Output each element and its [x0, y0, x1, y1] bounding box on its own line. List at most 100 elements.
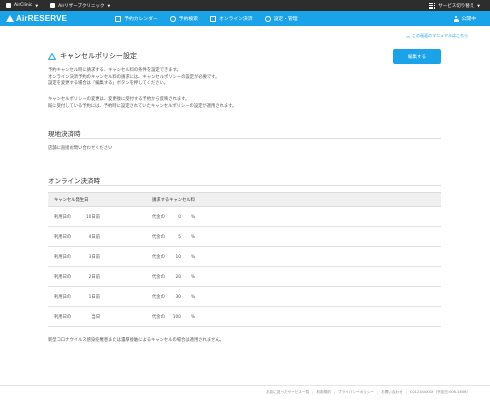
covid-note: 新型コロナウイルス感染症罹患または濃厚接触によるキャンセルの場合は適用されません… [48, 338, 224, 343]
person-icon [453, 15, 459, 22]
day-label: 利用日の [54, 314, 72, 320]
footer-separator: | [376, 390, 379, 395]
footer-separator: | [312, 390, 314, 395]
description-line: キャンセルポリシーの変更は、変更後に受付する予約から反映されます。 [48, 97, 190, 102]
nav-items: 予約カレンダー 予約検索 オンライン決済 設定・管理 [115, 15, 298, 22]
day-label: 利用日の [54, 234, 72, 240]
nav-item-label: 予約検索 [178, 17, 198, 22]
nav-item-settings[interactable]: 設定・管理 [264, 15, 298, 22]
fee-value: 5 [178, 234, 181, 240]
table-row: 利用日の 10日前 代金の 0% [48, 206, 441, 227]
footer-divider [0, 385, 490, 386]
footer-link[interactable]: お店に送ったサービス一覧 [266, 390, 309, 395]
cancel-day-cell: 利用日の 3日前 [48, 246, 152, 267]
fee-label: 代金の [152, 274, 165, 280]
gear-icon [264, 15, 271, 22]
description-block: キャンセルポリシーの変更は、変更後に受付する予約から反映されます。 既に受付して… [48, 97, 428, 110]
footer-id: C012344XXX（予定日:006-1806） [409, 390, 470, 394]
logo-triangle-icon [6, 15, 14, 22]
cancel-day-cell: 利用日の 当日 [48, 306, 152, 327]
brand-logo[interactable]: AirRESERVE [6, 14, 67, 23]
section-divider [48, 138, 441, 139]
footer-separator: | [405, 390, 407, 395]
footer-separator: | [333, 390, 336, 395]
chevron-down-icon: ▼ [35, 3, 39, 8]
account-switcher[interactable]: AirClinic ▼ [6, 3, 38, 8]
manual-link-label: この画面のマニュアルはこちら [412, 33, 468, 38]
fee-label: 代金の [152, 254, 165, 260]
store-icon [50, 3, 56, 8]
manual-link[interactable]: ▭ この画面のマニュアルはこちら [406, 33, 468, 39]
nav-item-label: 予約カレンダー [124, 17, 158, 22]
cancel-fee-cell: 代金の 5% [152, 226, 441, 247]
fee-value: 30 [175, 294, 181, 300]
description-block: 予約キャンセル時に請求する、キャンセル料の条件を設定できます。 オンライン決済予… [48, 68, 428, 88]
publish-status[interactable]: 公開中 [453, 15, 484, 22]
day-label: 利用日の [54, 294, 72, 300]
service-switch-label: サービス切り替え [438, 3, 475, 9]
cancel-day-cell: 利用日の 2日前 [48, 266, 152, 287]
table-row: 利用日の 3日前 代金の 10% [48, 246, 441, 267]
day-label: 利用日の [54, 274, 72, 280]
cancel-day-cell: 利用日の 1日前 [48, 286, 152, 307]
publish-status-label: 公開中 [461, 17, 476, 22]
day-value: 2日前 [88, 274, 100, 280]
fee-unit: % [191, 274, 196, 280]
day-value: 10日前 [85, 214, 100, 220]
nav-item-calendar[interactable]: 予約カレンダー [115, 15, 158, 22]
account-name: AirClinic [14, 3, 33, 8]
footer-link[interactable]: お問い合わせ [381, 390, 403, 395]
day-label: 利用日の [54, 254, 72, 260]
table-row: 利用日の 当日 代金の 100% [48, 306, 441, 327]
cancel-day-cell: 利用日の 10日前 [48, 206, 152, 227]
nav-item-search[interactable]: 予約検索 [169, 15, 198, 22]
store-switcher[interactable]: Airリザーブクリニック ▼ [50, 3, 110, 9]
fee-unit: % [191, 254, 196, 260]
cancel-fee-cell: 代金の 10% [152, 246, 441, 267]
column-header: 請求するキャンセル料 [152, 192, 441, 207]
fee-label: 代金の [152, 214, 165, 220]
store-name: Airリザーブクリニック [58, 3, 105, 9]
day-value: 1日前 [88, 294, 100, 300]
cancel-fee-cell: 代金の 100% [152, 306, 441, 327]
footer-link[interactable]: プライバシーポリシー [338, 390, 374, 395]
app-icon [6, 3, 11, 8]
fee-value: 100 [172, 314, 181, 320]
top-bar: AirClinic ▼ Airリザーブクリニック ▼ サービス切り替え ▼ [0, 0, 490, 11]
footer-link[interactable]: 利用規約 [316, 390, 330, 395]
cancel-fee-cell: 代金の 30% [152, 286, 441, 307]
onsite-text: 店舗に直接お問い合わせください [48, 146, 113, 151]
page-title: キャンセルポリシー設定 [48, 51, 137, 61]
description-line: 既に受付している予約には、予約時に設定されていたキャンセルポリシーの設定が適用さ… [48, 103, 237, 109]
fee-unit: % [191, 214, 196, 220]
table-row: 利用日の 2日前 代金の 20% [48, 266, 441, 287]
service-switch-button[interactable]: サービス切り替え ▼ [429, 2, 484, 9]
cancel-day-cell: 利用日の 4日前 [48, 226, 152, 247]
edit-button[interactable]: 編集する [393, 49, 441, 64]
fee-value: 20 [175, 274, 181, 280]
cancel-fee-cell: 代金の 0% [152, 206, 441, 227]
nav-item-label: オンライン決済 [219, 17, 253, 22]
section-title-onsite: 現地決済時 [48, 130, 81, 138]
fee-label: 代金の [152, 234, 165, 240]
day-value: 4日前 [88, 234, 100, 240]
nav-item-label: 設定・管理 [273, 17, 298, 22]
cancel-fee-cell: 代金の 20% [152, 266, 441, 287]
fee-unit: % [191, 234, 196, 240]
grid-icon [429, 2, 436, 9]
main-nav: AirRESERVE 予約カレンダー 予約検索 オンライン決済 設定・管理 公開… [0, 11, 490, 26]
description-line: 設定を変更する場合は「編集する」ボタンを押してください。 [48, 81, 169, 87]
brand-name: AirRESERVE [16, 14, 68, 23]
nav-item-payment[interactable]: オンライン決済 [210, 15, 253, 22]
fee-label: 代金の [152, 314, 165, 320]
table-header-row: キャンセル発生日 請求するキャンセル料 [48, 192, 441, 207]
fee-value: 0 [178, 214, 181, 220]
day-label: 利用日の [54, 214, 72, 220]
title-triangle-icon [48, 52, 56, 60]
chevron-down-icon: ▼ [477, 3, 480, 8]
table-row: 利用日の 1日前 代金の 30% [48, 286, 441, 307]
section-title-online: オンライン決済時 [48, 177, 100, 185]
day-value: 3日前 [88, 254, 100, 260]
chevron-down-icon: ▼ [107, 3, 111, 8]
section-divider [48, 185, 441, 186]
